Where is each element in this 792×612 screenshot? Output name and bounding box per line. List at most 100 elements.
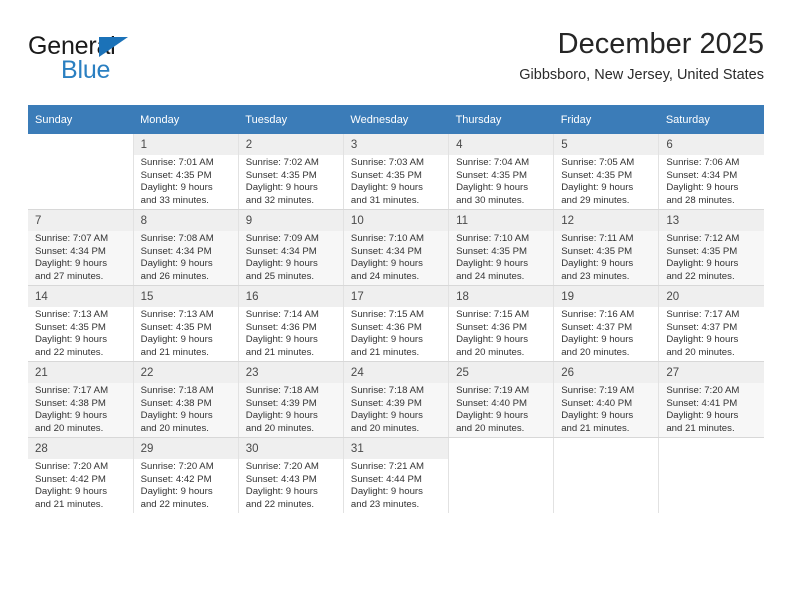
daylight-text-line1: Daylight: 9 hours	[561, 182, 634, 194]
daylight-text-line1: Daylight: 9 hours	[666, 410, 739, 422]
general-blue-logo[interactable]: General Blue	[28, 32, 208, 88]
daylight-text-line2: and 33 minutes.	[140, 194, 209, 206]
day-info: Sunrise: 7:13 AM Sunset: 4:35 PM Dayligh…	[28, 307, 133, 359]
sunrise-text: Sunrise: 7:16 AM	[561, 309, 635, 320]
day-cell[interactable]: 19 Sunrise: 7:16 AM Sunset: 4:37 PM Dayl…	[553, 285, 660, 362]
day-cell[interactable]: 29 Sunrise: 7:20 AM Sunset: 4:42 PM Dayl…	[133, 437, 239, 513]
day-cell[interactable]: 22 Sunrise: 7:18 AM Sunset: 4:38 PM Dayl…	[133, 361, 239, 438]
day-cell[interactable]: 1 Sunrise: 7:01 AM Sunset: 4:35 PM Dayli…	[133, 134, 239, 210]
sunset-text: Sunset: 4:34 PM	[666, 169, 738, 181]
day-cell[interactable]: 3 Sunrise: 7:03 AM Sunset: 4:35 PM Dayli…	[343, 134, 450, 210]
sunset-text: Sunset: 4:37 PM	[666, 321, 738, 333]
day-cell[interactable]: 4 Sunrise: 7:04 AM Sunset: 4:35 PM Dayli…	[448, 134, 555, 210]
day-info: Sunrise: 7:08 AM Sunset: 4:34 PM Dayligh…	[134, 231, 238, 283]
daylight-text-line1: Daylight: 9 hours	[561, 258, 634, 270]
sunset-text: Sunset: 4:35 PM	[350, 169, 422, 181]
day-cell[interactable]: 23 Sunrise: 7:18 AM Sunset: 4:39 PM Dayl…	[238, 361, 344, 438]
daylight-text-line2: and 27 minutes.	[35, 270, 104, 282]
calendar-week-row: 28 Sunrise: 7:20 AM Sunset: 4:42 PM Dayl…	[28, 437, 764, 513]
day-number: 7	[28, 210, 133, 231]
day-cell-empty	[553, 437, 660, 513]
day-number: 22	[133, 362, 238, 383]
day-cell[interactable]: 18 Sunrise: 7:15 AM Sunset: 4:36 PM Dayl…	[448, 285, 555, 362]
daylight-text-line1: Daylight: 9 hours	[350, 334, 423, 346]
day-number: 24	[343, 362, 449, 383]
daylight-text-line2: and 22 minutes.	[140, 498, 209, 510]
day-number: 30	[238, 438, 343, 459]
daylight-text-line1: Daylight: 9 hours	[140, 182, 213, 194]
sunset-text: Sunset: 4:43 PM	[245, 473, 317, 485]
sunrise-text: Sunrise: 7:20 AM	[666, 385, 740, 396]
daylight-text-line1: Daylight: 9 hours	[456, 410, 529, 422]
weekday-header-saturday: Saturday	[658, 105, 764, 134]
sunrise-text: Sunrise: 7:19 AM	[456, 385, 530, 396]
sunrise-text: Sunrise: 7:19 AM	[561, 385, 635, 396]
daylight-text-line1: Daylight: 9 hours	[561, 334, 634, 346]
day-number: 23	[238, 362, 343, 383]
page-header: General Blue December 2025 Gibbsboro, Ne…	[28, 26, 764, 98]
page-title: December 2025	[557, 28, 764, 60]
day-cell[interactable]: 6 Sunrise: 7:06 AM Sunset: 4:34 PM Dayli…	[658, 134, 764, 210]
daylight-text-line1: Daylight: 9 hours	[561, 410, 634, 422]
day-cell[interactable]: 28 Sunrise: 7:20 AM Sunset: 4:42 PM Dayl…	[28, 437, 134, 513]
sunset-text: Sunset: 4:37 PM	[561, 321, 633, 333]
day-info: Sunrise: 7:03 AM Sunset: 4:35 PM Dayligh…	[344, 155, 448, 207]
sunset-text: Sunset: 4:44 PM	[350, 473, 422, 485]
day-cell[interactable]: 26 Sunrise: 7:19 AM Sunset: 4:40 PM Dayl…	[553, 361, 660, 438]
daylight-text-line2: and 21 minutes.	[666, 422, 735, 434]
weekday-header-wednesday: Wednesday	[343, 105, 449, 134]
day-number: 9	[238, 210, 343, 231]
daylight-text-line1: Daylight: 9 hours	[35, 258, 107, 270]
day-number: 18	[449, 286, 554, 307]
day-cell[interactable]: 5 Sunrise: 7:05 AM Sunset: 4:35 PM Dayli…	[553, 134, 660, 210]
daylight-text-line1: Daylight: 9 hours	[456, 258, 529, 270]
sunset-text: Sunset: 4:34 PM	[245, 245, 317, 257]
day-cell[interactable]: 9 Sunrise: 7:09 AM Sunset: 4:34 PM Dayli…	[238, 209, 344, 286]
daylight-text-line2: and 20 minutes.	[245, 422, 315, 434]
day-info: Sunrise: 7:18 AM Sunset: 4:39 PM Dayligh…	[239, 383, 343, 435]
calendar-week-row: 21 Sunrise: 7:17 AM Sunset: 4:38 PM Dayl…	[28, 361, 764, 438]
day-cell[interactable]: 11 Sunrise: 7:10 AM Sunset: 4:35 PM Dayl…	[448, 209, 555, 286]
sunrise-text: Sunrise: 7:20 AM	[35, 461, 109, 472]
sunrise-text: Sunrise: 7:06 AM	[666, 157, 740, 168]
day-cell[interactable]: 25 Sunrise: 7:19 AM Sunset: 4:40 PM Dayl…	[448, 361, 555, 438]
day-cell[interactable]: 10 Sunrise: 7:10 AM Sunset: 4:34 PM Dayl…	[343, 209, 450, 286]
day-number: 11	[449, 210, 554, 231]
day-number: 2	[238, 134, 343, 155]
day-number: 5	[554, 134, 659, 155]
day-info: Sunrise: 7:15 AM Sunset: 4:36 PM Dayligh…	[449, 307, 553, 359]
day-cell[interactable]: 8 Sunrise: 7:08 AM Sunset: 4:34 PM Dayli…	[133, 209, 239, 286]
day-info: Sunrise: 7:20 AM Sunset: 4:43 PM Dayligh…	[239, 459, 343, 511]
day-info: Sunrise: 7:19 AM Sunset: 4:40 PM Dayligh…	[554, 383, 658, 435]
daylight-text-line2: and 31 minutes.	[350, 194, 420, 206]
day-cell[interactable]: 27 Sunrise: 7:20 AM Sunset: 4:41 PM Dayl…	[658, 361, 764, 438]
day-cell[interactable]: 15 Sunrise: 7:13 AM Sunset: 4:35 PM Dayl…	[133, 285, 239, 362]
daylight-text-line1: Daylight: 9 hours	[245, 258, 318, 270]
day-cell[interactable]: 31 Sunrise: 7:21 AM Sunset: 4:44 PM Dayl…	[343, 437, 450, 513]
daylight-text-line2: and 20 minutes.	[456, 422, 525, 434]
day-number: 10	[343, 210, 449, 231]
day-cell[interactable]: 20 Sunrise: 7:17 AM Sunset: 4:37 PM Dayl…	[658, 285, 764, 362]
calendar-body: 1 Sunrise: 7:01 AM Sunset: 4:35 PM Dayli…	[28, 134, 764, 513]
day-number: 27	[659, 362, 764, 383]
day-cell[interactable]: 14 Sunrise: 7:13 AM Sunset: 4:35 PM Dayl…	[28, 285, 134, 362]
day-cell[interactable]: 7 Sunrise: 7:07 AM Sunset: 4:34 PM Dayli…	[28, 209, 134, 286]
day-cell[interactable]: 30 Sunrise: 7:20 AM Sunset: 4:43 PM Dayl…	[238, 437, 344, 513]
sunrise-text: Sunrise: 7:01 AM	[140, 157, 214, 168]
day-cell[interactable]: 13 Sunrise: 7:12 AM Sunset: 4:35 PM Dayl…	[658, 209, 764, 286]
day-info: Sunrise: 7:18 AM Sunset: 4:39 PM Dayligh…	[344, 383, 448, 435]
day-cell[interactable]: 16 Sunrise: 7:14 AM Sunset: 4:36 PM Dayl…	[238, 285, 344, 362]
day-cell[interactable]: 12 Sunrise: 7:11 AM Sunset: 4:35 PM Dayl…	[553, 209, 660, 286]
day-cell[interactable]: 17 Sunrise: 7:15 AM Sunset: 4:36 PM Dayl…	[343, 285, 450, 362]
day-cell[interactable]: 21 Sunrise: 7:17 AM Sunset: 4:38 PM Dayl…	[28, 361, 134, 438]
day-cell[interactable]: 2 Sunrise: 7:02 AM Sunset: 4:35 PM Dayli…	[238, 134, 344, 210]
sunset-text: Sunset: 4:36 PM	[350, 321, 422, 333]
sunrise-text: Sunrise: 7:09 AM	[245, 233, 319, 244]
sunrise-text: Sunrise: 7:11 AM	[561, 233, 634, 244]
day-number: 16	[238, 286, 343, 307]
daylight-text-line2: and 21 minutes.	[140, 346, 209, 358]
daylight-text-line1: Daylight: 9 hours	[666, 182, 739, 194]
sunset-text: Sunset: 4:35 PM	[35, 321, 106, 333]
day-cell[interactable]: 24 Sunrise: 7:18 AM Sunset: 4:39 PM Dayl…	[343, 361, 450, 438]
day-info: Sunrise: 7:17 AM Sunset: 4:38 PM Dayligh…	[28, 383, 133, 435]
